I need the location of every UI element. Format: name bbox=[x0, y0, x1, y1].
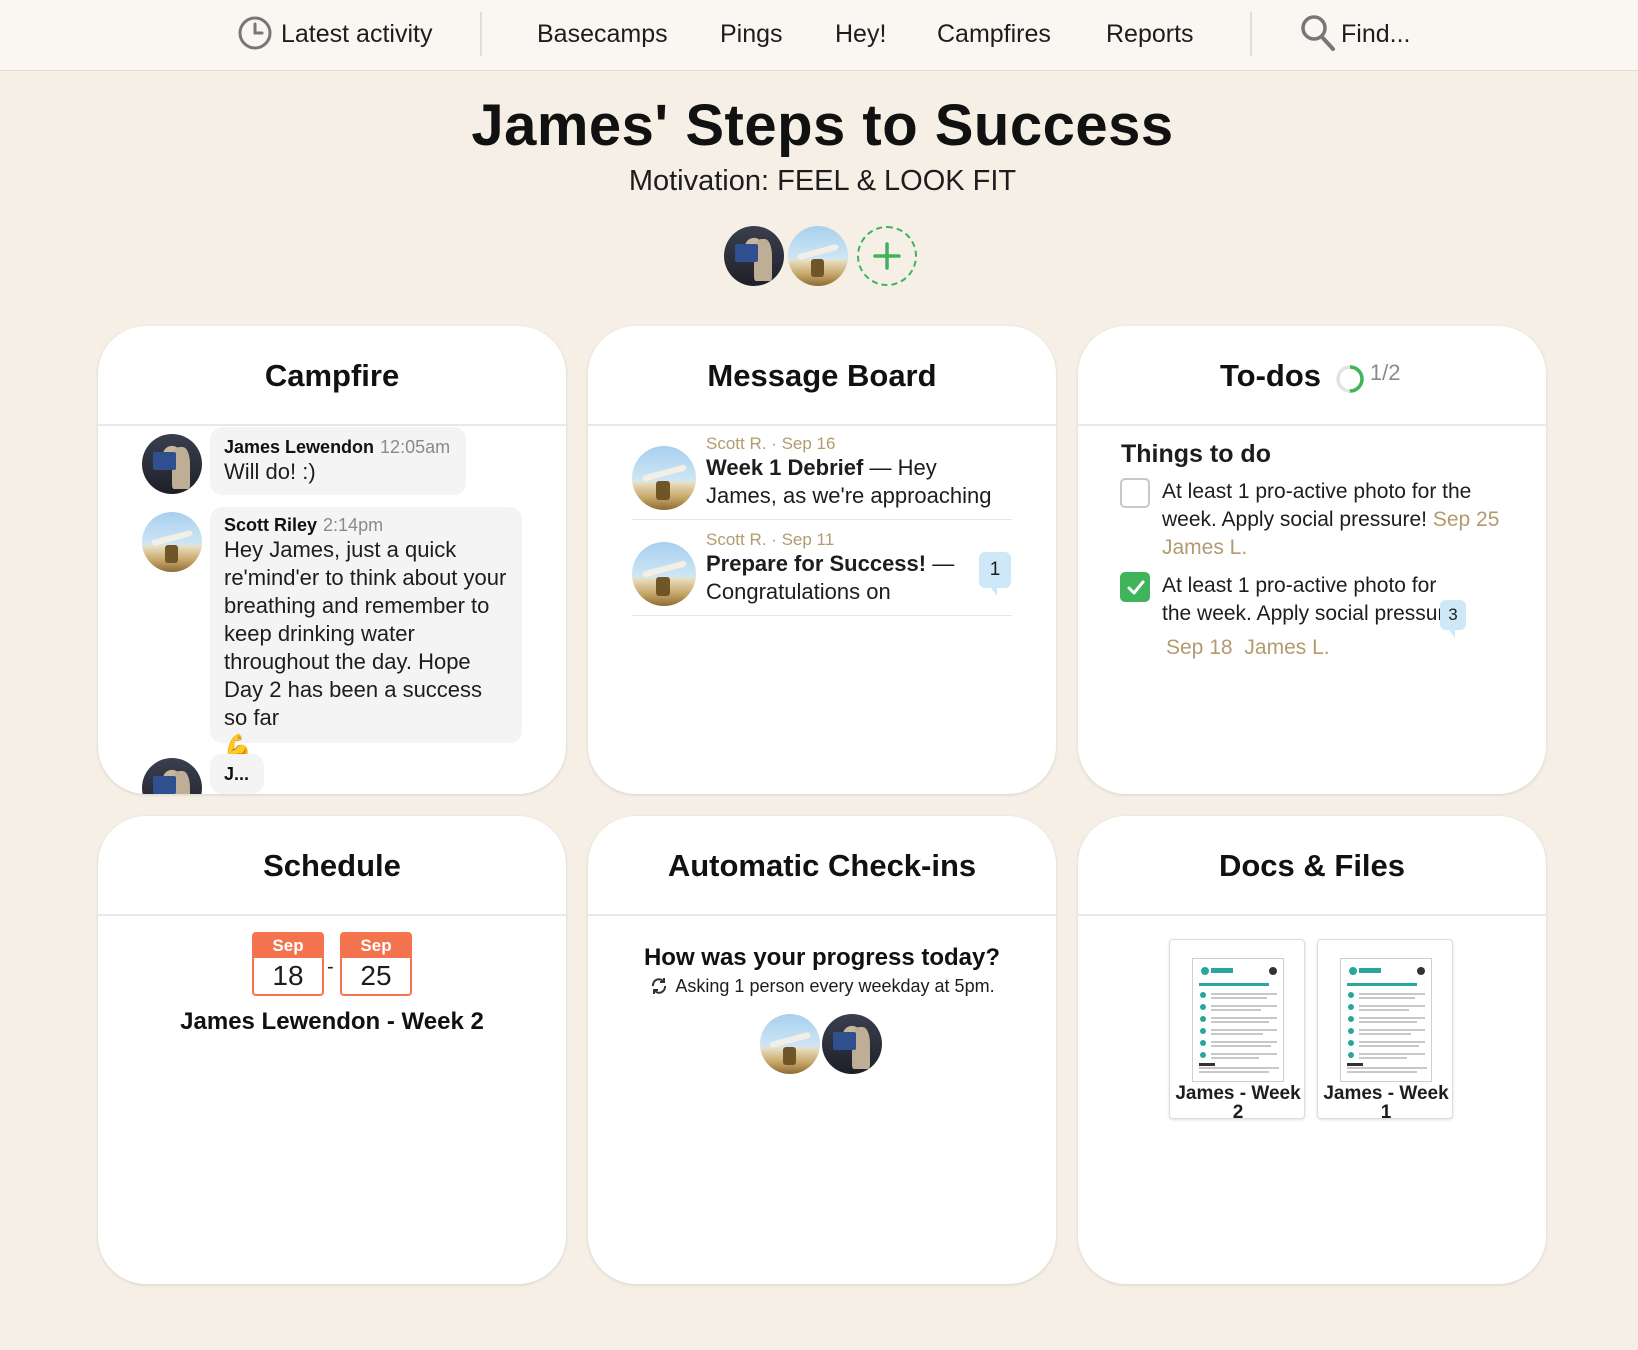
nav-reports[interactable]: Reports bbox=[1106, 14, 1194, 54]
avatar bbox=[142, 512, 202, 572]
message-preview: Week 1 Debrief — Hey James, as we're app… bbox=[706, 454, 1012, 510]
message-subject: Prepare for Success! bbox=[706, 551, 927, 576]
todo-list-title[interactable]: Things to do bbox=[1121, 440, 1271, 469]
schedule-card[interactable]: Schedule Sep 18 - Sep 25 James Lewendon … bbox=[98, 816, 566, 1284]
document-title: James - Week 1 bbox=[1323, 1083, 1449, 1119]
docs-card[interactable]: Docs & Files James - Week 2 James - Week… bbox=[1078, 816, 1546, 1284]
todo-assignee: James L. bbox=[1244, 636, 1330, 659]
search-icon[interactable] bbox=[1300, 14, 1336, 57]
message-item[interactable]: Scott R. · Sep 11 Prepare for Success! —… bbox=[632, 530, 1012, 616]
chat-time: 12:05am bbox=[380, 437, 451, 457]
card-header: Docs & Files bbox=[1078, 816, 1546, 916]
todo-item[interactable]: At least 1 pro-active photo for the week… bbox=[1162, 478, 1502, 562]
todo-checkbox[interactable] bbox=[1120, 478, 1150, 508]
start-date-tile: Sep 18 bbox=[252, 932, 324, 996]
card-header: Campfire bbox=[98, 326, 566, 426]
repeat-icon bbox=[649, 976, 669, 1001]
chat-author: J... bbox=[224, 764, 250, 784]
todo-item[interactable]: At least 1 pro-active photo for the week… bbox=[1162, 572, 1462, 628]
card-title[interactable]: Campfire bbox=[98, 358, 566, 394]
date-month: Sep bbox=[342, 934, 410, 958]
card-header: To-dos 1/2 bbox=[1078, 326, 1546, 426]
schedule-event[interactable]: James Lewendon - Week 2 bbox=[98, 1008, 566, 1036]
avatar bbox=[760, 1014, 820, 1074]
message-board-card[interactable]: Message Board Scott R. · Sep 16 Week 1 D… bbox=[588, 326, 1056, 794]
nav-divider bbox=[1250, 12, 1252, 56]
document-file[interactable]: James - Week 1 bbox=[1317, 939, 1453, 1119]
chat-message: Scott Riley 2:14pm Hey James, just a quic… bbox=[210, 507, 522, 758]
message-meta: Scott R. · Sep 16 bbox=[706, 434, 836, 453]
end-date-tile: Sep 25 bbox=[340, 932, 412, 996]
chat-author: Scott Riley bbox=[224, 515, 318, 535]
todo-assignee: James L. bbox=[1162, 536, 1248, 559]
document-file[interactable]: James - Week 2 bbox=[1169, 939, 1305, 1119]
todo-text: At least 1 pro-active photo for the week… bbox=[1162, 480, 1472, 531]
checkin-schedule: Asking 1 person every weekday at 5pm. bbox=[675, 976, 995, 996]
message-meta: Scott R. · Sep 11 bbox=[706, 530, 835, 549]
chat-text: Will do! :) bbox=[224, 459, 316, 484]
progress-ring-icon bbox=[1335, 364, 1365, 399]
date-day: 18 bbox=[272, 960, 304, 991]
date-month: Sep bbox=[254, 934, 322, 958]
nav-campfires[interactable]: Campfires bbox=[937, 14, 1051, 54]
checkmark-icon bbox=[1125, 577, 1147, 604]
nav-divider bbox=[480, 12, 482, 56]
document-title: James - Week 2 bbox=[1175, 1083, 1301, 1119]
chat-message: J... bbox=[210, 754, 264, 794]
add-person-button[interactable] bbox=[857, 226, 917, 286]
nav-pings[interactable]: Pings bbox=[720, 14, 783, 54]
comment-count-badge: 3 bbox=[1440, 600, 1466, 638]
card-header: Automatic Check-ins bbox=[588, 816, 1056, 916]
todo-meta-row: Sep 18 James L. bbox=[1166, 634, 1330, 662]
document-preview-icon bbox=[1192, 958, 1284, 1082]
checkin-question[interactable]: How was your progress today? bbox=[588, 944, 1056, 972]
checkin-schedule-row: Asking 1 person every weekday at 5pm. bbox=[588, 976, 1056, 1001]
avatar bbox=[142, 758, 202, 794]
nav-hey[interactable]: Hey! bbox=[835, 14, 886, 54]
card-title[interactable]: Message Board bbox=[588, 358, 1056, 394]
message-subject: Week 1 Debrief bbox=[706, 455, 864, 480]
chat-author: James Lewendon bbox=[224, 437, 375, 457]
message-preview: Prepare for Success! — Congratulations o… bbox=[706, 550, 972, 606]
chat-time: 2:14pm bbox=[323, 515, 384, 535]
message-item[interactable]: Scott R. · Sep 16 Week 1 Debrief — Hey J… bbox=[632, 434, 1012, 520]
clock-icon bbox=[237, 15, 273, 56]
nav-find[interactable]: Find... bbox=[1341, 14, 1410, 54]
avatar[interactable] bbox=[724, 226, 784, 286]
date-day: 25 bbox=[360, 960, 392, 991]
campfire-card[interactable]: Campfire James Lewendon 12:05am Will do! … bbox=[98, 326, 566, 794]
date-range-separator: - bbox=[327, 956, 334, 978]
card-title-row: To-dos 1/2 bbox=[1220, 358, 1401, 399]
comment-count-badge: 1 bbox=[979, 552, 1011, 596]
flexed-biceps-emoji: 💪 bbox=[224, 733, 252, 758]
todo-text: At least 1 pro-active photo for the week… bbox=[1162, 574, 1462, 625]
avatar[interactable] bbox=[788, 226, 848, 286]
project-title: James' Steps to Success bbox=[471, 93, 1174, 158]
chat-text: Hey James, just a quick re'mind'er to th… bbox=[224, 537, 507, 730]
card-title[interactable]: Docs & Files bbox=[1078, 848, 1546, 884]
project-subtitle: Motivation: FEEL & LOOK FIT bbox=[628, 165, 1017, 197]
plus-icon bbox=[872, 241, 902, 276]
top-nav: Latest activity Basecamps Pings Hey! Cam… bbox=[0, 0, 1638, 71]
avatar bbox=[822, 1014, 882, 1074]
todos-card[interactable]: To-dos 1/2 Things to do At least 1 pro-a… bbox=[1078, 326, 1546, 794]
card-header: Schedule bbox=[98, 816, 566, 916]
chat-message: James Lewendon 12:05am Will do! :) bbox=[210, 427, 466, 495]
todo-due: Sep 25 bbox=[1432, 508, 1500, 531]
checkins-card[interactable]: Automatic Check-ins How was your progres… bbox=[588, 816, 1056, 1284]
card-header: Message Board bbox=[588, 326, 1056, 426]
card-title[interactable]: Schedule bbox=[98, 848, 566, 884]
card-title[interactable]: To-dos bbox=[1220, 358, 1321, 393]
todo-due: Sep 18 bbox=[1166, 636, 1233, 659]
card-title[interactable]: Automatic Check-ins bbox=[588, 848, 1056, 884]
document-preview-icon bbox=[1340, 958, 1432, 1082]
todo-checkbox[interactable] bbox=[1120, 572, 1150, 602]
todo-progress: 1/2 bbox=[1369, 360, 1401, 385]
nav-latest-activity[interactable]: Latest activity bbox=[281, 14, 432, 54]
avatar bbox=[142, 434, 202, 494]
nav-basecamps[interactable]: Basecamps bbox=[537, 14, 668, 54]
